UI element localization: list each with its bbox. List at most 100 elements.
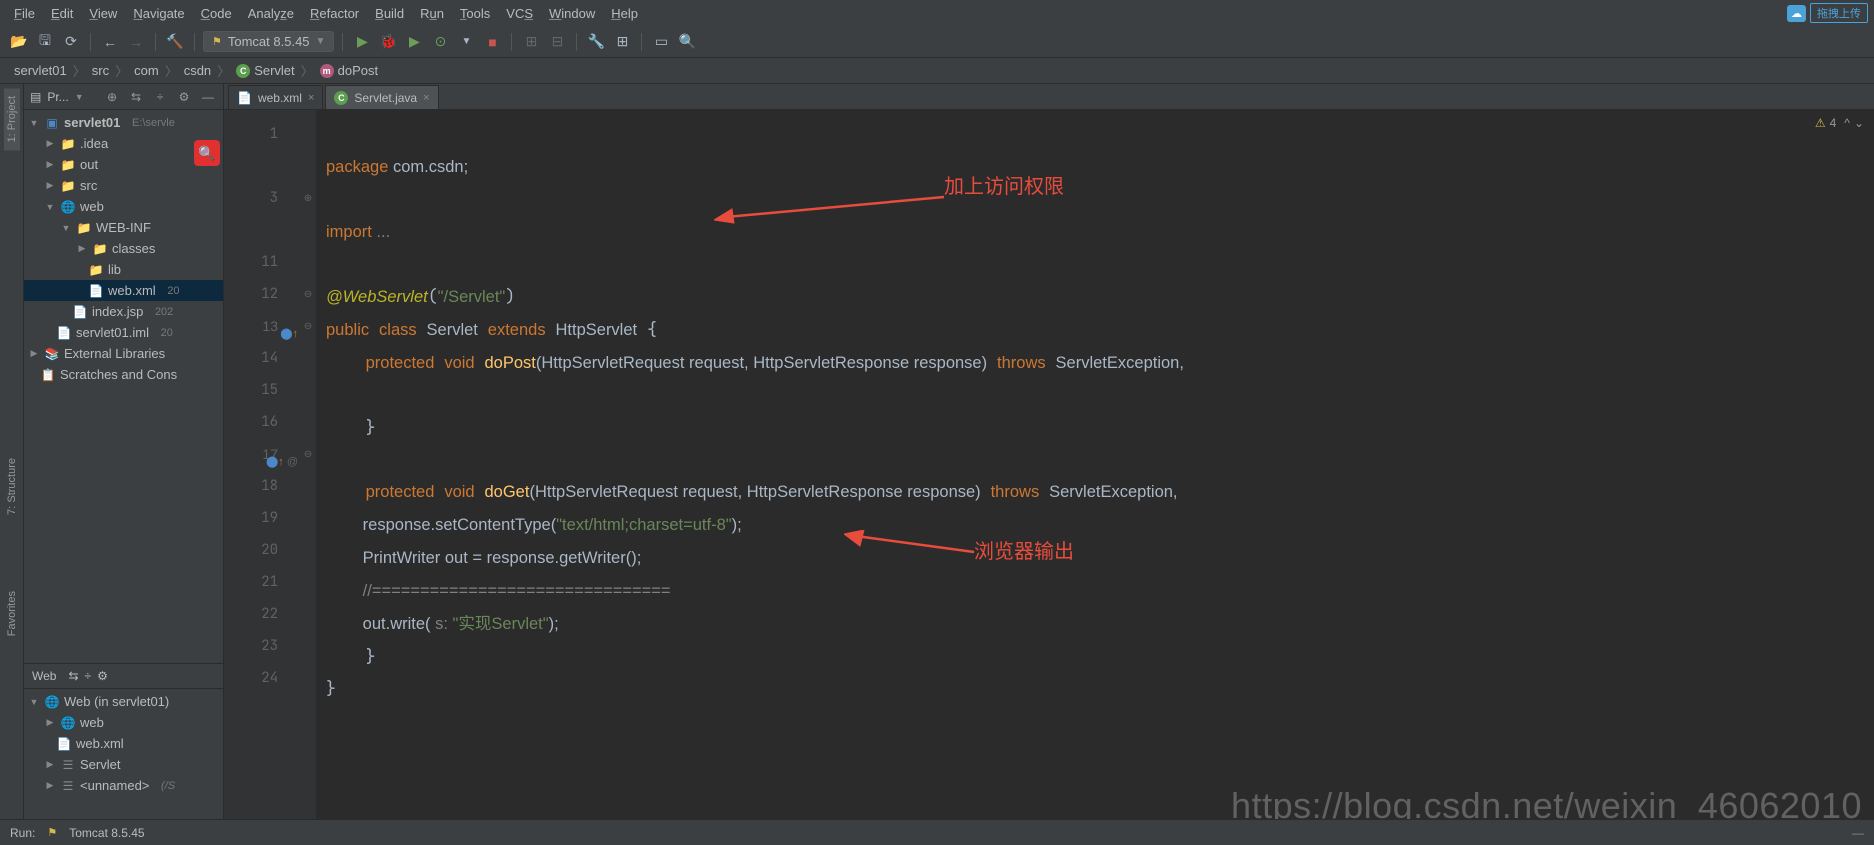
tool1-icon[interactable]: ⊞ bbox=[520, 31, 542, 53]
fold-icon[interactable]: ⊖ bbox=[300, 310, 316, 342]
breadcrumb-item[interactable]: src bbox=[88, 63, 113, 78]
target-icon[interactable]: ⊕ bbox=[103, 88, 121, 106]
debug-icon[interactable]: 🐞 bbox=[377, 31, 399, 53]
tool2-icon[interactable]: ⊟ bbox=[546, 31, 568, 53]
web-tree-webxml[interactable]: 📄web.xml bbox=[24, 733, 223, 754]
inspection-badge[interactable]: ⚠ 4 ^ ⌄ bbox=[1815, 116, 1864, 130]
gear-icon[interactable]: ⚙ bbox=[175, 88, 193, 106]
search-badge-icon[interactable]: 🔍 bbox=[194, 140, 220, 166]
project-panel-header: ▤ Pr... ▼ ⊕ ⇆ ÷ ⚙ — bbox=[24, 84, 223, 110]
refresh-icon[interactable]: ⟳ bbox=[60, 31, 82, 53]
menu-edit[interactable]: Edit bbox=[43, 4, 81, 23]
wrench-icon[interactable]: 🔧 bbox=[585, 31, 607, 53]
menu-tools[interactable]: Tools bbox=[452, 4, 498, 23]
web-tree-root[interactable]: ▼🌐Web (in servlet01) bbox=[24, 691, 223, 712]
collapse-icon[interactable]: ÷ bbox=[85, 669, 92, 683]
fold-icon[interactable]: ⊖ bbox=[300, 438, 316, 470]
run-tool-config[interactable]: Tomcat 8.5.45 bbox=[69, 826, 144, 840]
expand-icon[interactable]: ⇆ bbox=[68, 669, 78, 683]
coverage-icon[interactable]: ▶ bbox=[403, 31, 425, 53]
structure-icon[interactable]: ⊞ bbox=[611, 31, 633, 53]
expand-icon[interactable]: ⇆ bbox=[127, 88, 145, 106]
separator bbox=[155, 33, 156, 51]
tree-file-webxml[interactable]: 📄web.xml 20 bbox=[24, 280, 223, 301]
menu-file[interactable]: File bbox=[6, 4, 43, 23]
close-icon[interactable]: × bbox=[423, 92, 429, 104]
tab-structure[interactable]: 7: Structure bbox=[4, 450, 20, 523]
line-number: 24 bbox=[224, 662, 300, 694]
line-number bbox=[224, 150, 300, 182]
menu-navigate[interactable]: Navigate bbox=[125, 4, 192, 23]
menu-build[interactable]: Build bbox=[367, 4, 412, 23]
cloud-icon: ☁ bbox=[1787, 5, 1806, 22]
tomcat-icon: ⚑ bbox=[47, 826, 57, 839]
save-icon[interactable]: 🖫 bbox=[34, 31, 56, 53]
menu-code[interactable]: Code bbox=[193, 4, 240, 23]
tree-file-index[interactable]: 📄index.jsp 202 bbox=[24, 301, 223, 322]
search-icon[interactable]: 🔍 bbox=[676, 31, 698, 53]
chevron-down-icon[interactable]: ⌄ bbox=[1854, 116, 1864, 130]
collapse-icon[interactable]: ÷ bbox=[151, 88, 169, 106]
web-tree-servlet[interactable]: ▶☰Servlet bbox=[24, 754, 223, 775]
tab-servlet-java[interactable]: CServlet.java× bbox=[325, 85, 438, 109]
fold-icon[interactable]: ⊕ bbox=[300, 182, 316, 214]
close-icon[interactable]: × bbox=[308, 92, 314, 104]
hide-icon[interactable]: — bbox=[199, 88, 217, 106]
web-tree-unnamed[interactable]: ▶☰<unnamed> (/S bbox=[24, 775, 223, 796]
forward-icon[interactable]: → bbox=[125, 31, 147, 53]
menu-view[interactable]: View bbox=[81, 4, 125, 23]
tree-external-libs[interactable]: ▶📚External Libraries bbox=[24, 343, 223, 364]
code-content[interactable]: package com.csdn; import ... @WebServlet… bbox=[316, 110, 1874, 819]
attach-icon[interactable]: ▼ bbox=[455, 31, 477, 53]
chevron-up-icon[interactable]: ^ bbox=[1844, 116, 1850, 130]
breadcrumb-method[interactable]: mdoPost bbox=[316, 63, 382, 78]
menu-run[interactable]: Run bbox=[412, 4, 452, 23]
breadcrumb-item[interactable]: com bbox=[130, 63, 163, 78]
tree-folder-lib[interactable]: 📁lib bbox=[24, 259, 223, 280]
menu-help[interactable]: Help bbox=[603, 4, 646, 23]
tree-folder-webinf[interactable]: ▼📁WEB-INF bbox=[24, 217, 223, 238]
breadcrumb-item[interactable]: csdn bbox=[180, 63, 215, 78]
menu-refactor[interactable]: Refactor bbox=[302, 4, 367, 23]
back-icon[interactable]: ← bbox=[99, 31, 121, 53]
fold-icon[interactable]: ⊖ bbox=[300, 278, 316, 310]
run-tool-label[interactable]: Run: bbox=[10, 826, 35, 840]
line-number: 12 bbox=[224, 278, 300, 310]
line-number: 23 bbox=[224, 630, 300, 662]
tab-project[interactable]: 1: Project bbox=[4, 88, 20, 150]
tree-folder-web[interactable]: ▼🌐web bbox=[24, 196, 223, 217]
code-editor[interactable]: 1 3 11 12 13⬤↑ 14 15 16 17⬤↑ @ 18 19 20 … bbox=[224, 110, 1874, 819]
menu-analyze[interactable]: Analyze bbox=[240, 4, 302, 23]
minimize-icon[interactable]: — bbox=[1852, 826, 1864, 840]
chevron-down-icon[interactable]: ▼ bbox=[75, 92, 84, 102]
tree-file-iml[interactable]: 📄servlet01.iml 20 bbox=[24, 322, 223, 343]
web-tree-web[interactable]: ▶🌐web bbox=[24, 712, 223, 733]
tree-folder-src[interactable]: ▶📁src bbox=[24, 175, 223, 196]
cloud-upload-button[interactable]: ☁ 拖拽上传 bbox=[1787, 3, 1868, 23]
line-number: 20 bbox=[224, 534, 300, 566]
tab-webxml[interactable]: 📄web.xml× bbox=[228, 85, 323, 109]
open-icon[interactable]: 📂 bbox=[8, 31, 30, 53]
line-number: 17⬤↑ @ bbox=[224, 438, 300, 470]
line-number: 11 bbox=[224, 246, 300, 278]
chevron-right-icon: 〉 bbox=[301, 61, 314, 80]
window-icon[interactable]: ▭ bbox=[650, 31, 672, 53]
tomcat-icon: ⚑ bbox=[212, 35, 222, 48]
tree-folder-classes[interactable]: ▶📁classes bbox=[24, 238, 223, 259]
breadcrumb-item[interactable]: servlet01 bbox=[10, 63, 71, 78]
menu-vcs[interactable]: VCS bbox=[498, 4, 541, 23]
run-config-selector[interactable]: ⚑ Tomcat 8.5.45 ▼ bbox=[203, 31, 334, 52]
tab-favorites[interactable]: Favorites bbox=[4, 583, 20, 644]
breadcrumb-class[interactable]: CServlet bbox=[232, 63, 298, 78]
profile-icon[interactable]: ⊙ bbox=[429, 31, 451, 53]
run-icon[interactable]: ▶ bbox=[351, 31, 373, 53]
build-icon[interactable]: 🔨 bbox=[164, 31, 186, 53]
stop-icon[interactable]: ■ bbox=[481, 31, 503, 53]
menu-window[interactable]: Window bbox=[541, 4, 603, 23]
tree-scratches[interactable]: 📋Scratches and Cons bbox=[24, 364, 223, 385]
separator bbox=[194, 33, 195, 51]
line-number: 1 bbox=[224, 118, 300, 150]
tree-root[interactable]: ▼▣servlet01 E:\servle bbox=[24, 112, 223, 133]
gear-icon[interactable]: ⚙ bbox=[97, 669, 108, 683]
line-number-gutter: 1 3 11 12 13⬤↑ 14 15 16 17⬤↑ @ 18 19 20 … bbox=[224, 110, 300, 819]
